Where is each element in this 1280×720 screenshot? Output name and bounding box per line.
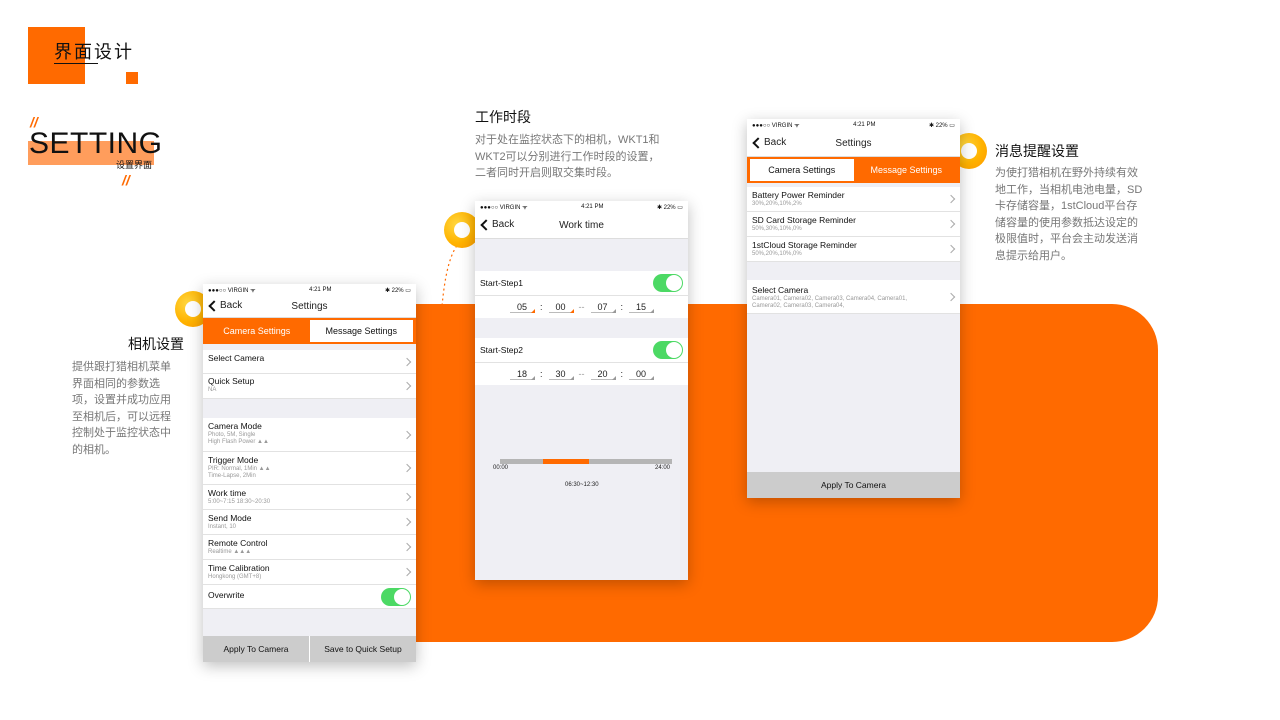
timeline-range-label: 06:30~12:30: [565, 482, 599, 488]
phone-work-time: ●●●○○ VIRGIN ᯤ 4:21 PM ✱ 22% ▭ Back Work…: [475, 201, 688, 580]
step1-time-row: 05: 00 -- 07: 15: [475, 296, 688, 318]
section-title: SETTING: [29, 127, 163, 160]
apply-to-camera-button[interactable]: Apply To Camera: [747, 472, 960, 498]
tab-camera-settings[interactable]: Camera Settings: [205, 319, 309, 343]
start-hour-field[interactable]: 05: [509, 302, 535, 313]
annotation-desc: 提供跟打猎相机菜单 界面相同的参数选 项，设置并成功应用 至相机后，可以远程 控制处于监…: [72, 361, 171, 456]
carrier-label: ●●●○○ VIRGIN ᯤ: [208, 288, 256, 294]
list-item[interactable]: SD Card Storage Reminder 50%,30%,10%,0%: [747, 212, 960, 237]
back-button[interactable]: Back: [207, 299, 242, 312]
back-button[interactable]: Back: [479, 218, 514, 231]
annotation-desc: 对于处在监控状态下的相机，WKT1和 WKT2可以分别进行工作时段的设置， 二者同时…: [475, 134, 660, 179]
timeline-fill: [543, 459, 590, 464]
title-underline: [54, 63, 98, 64]
status-bar: ●●●○○ VIRGIN ᯤ 4:21 PM ✱ 22% ▭: [203, 284, 416, 296]
start-minute-field[interactable]: 00: [548, 302, 574, 313]
annotation-title: 工作时段: [475, 109, 531, 125]
step2-toggle[interactable]: [653, 341, 683, 359]
slash-decoration: //: [122, 172, 130, 188]
annotation-title: 相机设置: [128, 336, 184, 352]
list-item[interactable]: Send Mode Instant, 10: [203, 510, 416, 535]
list-item[interactable]: Select Camera: [203, 350, 416, 374]
battery-indicator: ✱ 22% ▭: [384, 287, 411, 294]
carrier-label: ●●●○○ VIRGIN ᯤ: [752, 123, 800, 129]
step2-row: Start-Step2: [475, 338, 688, 363]
status-bar: ●●●○○ VIRGIN ᯤ 4:21 PM ✱ 22% ▭: [475, 201, 688, 213]
section-subtitle: 设置界面: [116, 160, 153, 170]
annotation-desc: 为使打猎相机在野外持续有效 地工作，当相机电池电量，SD 卡存储容量，1stClou…: [995, 167, 1143, 262]
end-minute-field[interactable]: 00: [629, 369, 655, 380]
list-item[interactable]: 1stCloud Storage Reminder 50%,20%,10%,0%: [747, 237, 960, 262]
logo-small-square: [126, 72, 138, 84]
status-bar: ●●●○○ VIRGIN ᯤ 4:21 PM ✱ 22% ▭: [747, 119, 960, 131]
segmented-control: Camera Settings Message Settings: [747, 157, 960, 183]
list-item[interactable]: Remote Control Realtime ▲▲▲: [203, 535, 416, 560]
status-time: 4:21 PM: [309, 287, 332, 293]
overwrite-toggle[interactable]: [381, 587, 411, 606]
tab-camera-settings[interactable]: Camera Settings: [749, 158, 855, 182]
status-time: 4:21 PM: [853, 122, 876, 128]
nav-bar: Back Settings: [747, 131, 960, 157]
select-camera-row[interactable]: Select Camera Camera01, Camera02, Camera…: [747, 280, 960, 314]
back-chevron-icon: [208, 299, 220, 312]
bottom-action-bar: Apply To Camera Save to Quick Setup: [203, 636, 416, 662]
step2-time-row: 18: 30 -- 20: 00: [475, 363, 688, 385]
tab-message-settings[interactable]: Message Settings: [854, 158, 958, 182]
nav-title: Work time: [559, 220, 604, 231]
battery-indicator: ✱ 22% ▭: [928, 122, 955, 129]
timeline-start-label: 00:00: [493, 465, 509, 471]
list-item[interactable]: Time Calibration Hongkong (GMT+8): [203, 560, 416, 585]
back-button[interactable]: Back: [751, 136, 786, 149]
segmented-control: Camera Settings Message Settings: [203, 318, 416, 344]
step1-row: Start-Step1: [475, 271, 688, 296]
list-item[interactable]: Work time 5:00~7:15 18:30~20:30: [203, 485, 416, 510]
back-chevron-icon: [480, 218, 492, 231]
back-chevron-icon: [752, 136, 764, 149]
tab-message-settings[interactable]: Message Settings: [308, 319, 414, 343]
nav-bar: Back Settings: [203, 296, 416, 318]
overwrite-row: Overwrite: [203, 585, 416, 609]
end-hour-field[interactable]: 20: [590, 369, 616, 380]
carrier-label: ●●●○○ VIRGIN ᯤ: [480, 205, 528, 211]
save-quick-setup-button[interactable]: Save to Quick Setup: [310, 636, 416, 662]
nav-title: Settings: [291, 301, 328, 312]
timeline-bar: [500, 459, 672, 464]
list-item[interactable]: Battery Power Reminder 30%,20%,10%,2%: [747, 187, 960, 212]
phone-message-settings: ●●●○○ VIRGIN ᯤ 4:21 PM ✱ 22% ▭ Back Sett…: [747, 119, 960, 498]
phone-camera-settings: ●●●○○ VIRGIN ᯤ 4:21 PM ✱ 22% ▭ Back Sett…: [203, 284, 416, 662]
end-hour-field[interactable]: 07: [590, 302, 616, 313]
list-item[interactable]: Trigger Mode PIR: Normal, 1Min ▲▲ Time-La…: [203, 452, 416, 485]
page-title: 界面设计: [54, 42, 134, 62]
start-minute-field[interactable]: 30: [548, 369, 574, 380]
end-minute-field[interactable]: 15: [629, 302, 655, 313]
annotation-title: 消息提醒设置: [995, 143, 1079, 159]
nav-bar: Back Work time: [475, 213, 688, 239]
timeline-end-label: 24:00: [655, 465, 671, 471]
apply-to-camera-button[interactable]: Apply To Camera: [203, 636, 310, 662]
step1-toggle[interactable]: [653, 274, 683, 292]
dotted-connector: [413, 241, 461, 507]
start-hour-field[interactable]: 18: [509, 369, 535, 380]
bottom-action-bar: Apply To Camera: [747, 472, 960, 498]
list-item[interactable]: Camera Mode Photo, 5M, Single High Flash …: [203, 418, 416, 452]
battery-indicator: ✱ 22% ▭: [656, 204, 683, 211]
nav-title: Settings: [835, 138, 872, 149]
status-time: 4:21 PM: [581, 204, 604, 210]
list-item[interactable]: Quick Setup NA: [203, 374, 416, 399]
